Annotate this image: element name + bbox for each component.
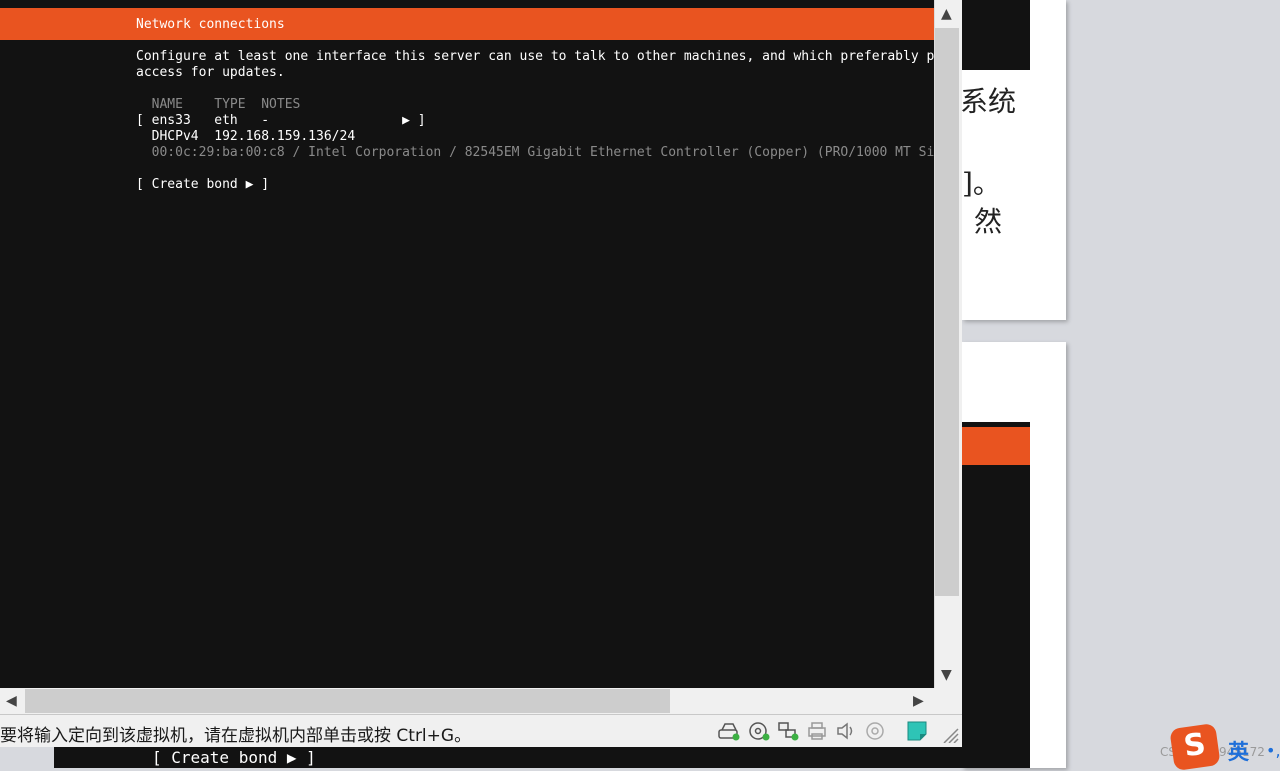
background-terminal-image (962, 422, 1030, 768)
note-icon[interactable] (906, 721, 928, 741)
background-doc-text: ]。 (962, 167, 1001, 200)
status-hint-text: 要将输入定向到该虚拟机，请在虚拟机内部单击或按 Ctrl+G。 (0, 726, 472, 746)
background-doc-text: 然 (974, 205, 1003, 238)
create-bond-button[interactable]: [ Create bond ▶ ] (136, 177, 269, 193)
ime-language-indicator[interactable]: 英 (1228, 736, 1249, 766)
vm-console[interactable]: Network connections Configure at least o… (0, 0, 934, 688)
scroll-down-icon[interactable]: ▼ (941, 668, 952, 682)
resize-grip-icon[interactable] (938, 723, 960, 743)
network-adapter-icon[interactable] (777, 721, 799, 741)
sogou-ime-logo[interactable]: S (1169, 723, 1221, 771)
vm-window: Network connections Configure at least o… (0, 0, 962, 747)
table-header: NAME TYPE NOTES (136, 97, 301, 112)
usb-icon[interactable] (864, 721, 886, 741)
cd-dvd-icon[interactable] (748, 721, 770, 741)
page-title: Network connections (136, 17, 285, 32)
dhcp-address-row: DHCPv4 192.168.159.136/24 (136, 129, 356, 144)
background-terminal-titlebar (962, 427, 1030, 465)
vm-status-bar: 要将输入定向到该虚拟机，请在虚拟机内部单击或按 Ctrl+G。 (0, 714, 962, 747)
scroll-up-icon[interactable]: ▲ (941, 7, 952, 21)
hard-disk-icon[interactable] (718, 721, 740, 741)
description-text: access for updates. (136, 65, 285, 80)
hardware-info-row: 00:0c:29:ba:00:c8 / Intel Corporation / … (151, 145, 934, 160)
scroll-left-icon[interactable]: ◀ (6, 694, 17, 708)
printer-icon[interactable] (806, 721, 828, 741)
background-terminal-image (962, 0, 1030, 70)
vertical-scroll-thumb[interactable] (935, 28, 959, 596)
background-create-bond-text: [ Create bond ▶ ] (152, 748, 316, 767)
horizontal-scroll-thumb[interactable] (25, 689, 670, 713)
scroll-right-icon[interactable]: ▶ (913, 694, 924, 708)
background-doc-text: 系统 (960, 85, 1017, 118)
ime-punctuation-icon[interactable]: •, (1266, 741, 1280, 760)
interface-row-ens33[interactable]: [ ens33 eth - ▶ ] (136, 113, 426, 129)
sound-icon[interactable] (835, 721, 857, 741)
description-text: Configure at least one interface this se… (136, 49, 934, 64)
